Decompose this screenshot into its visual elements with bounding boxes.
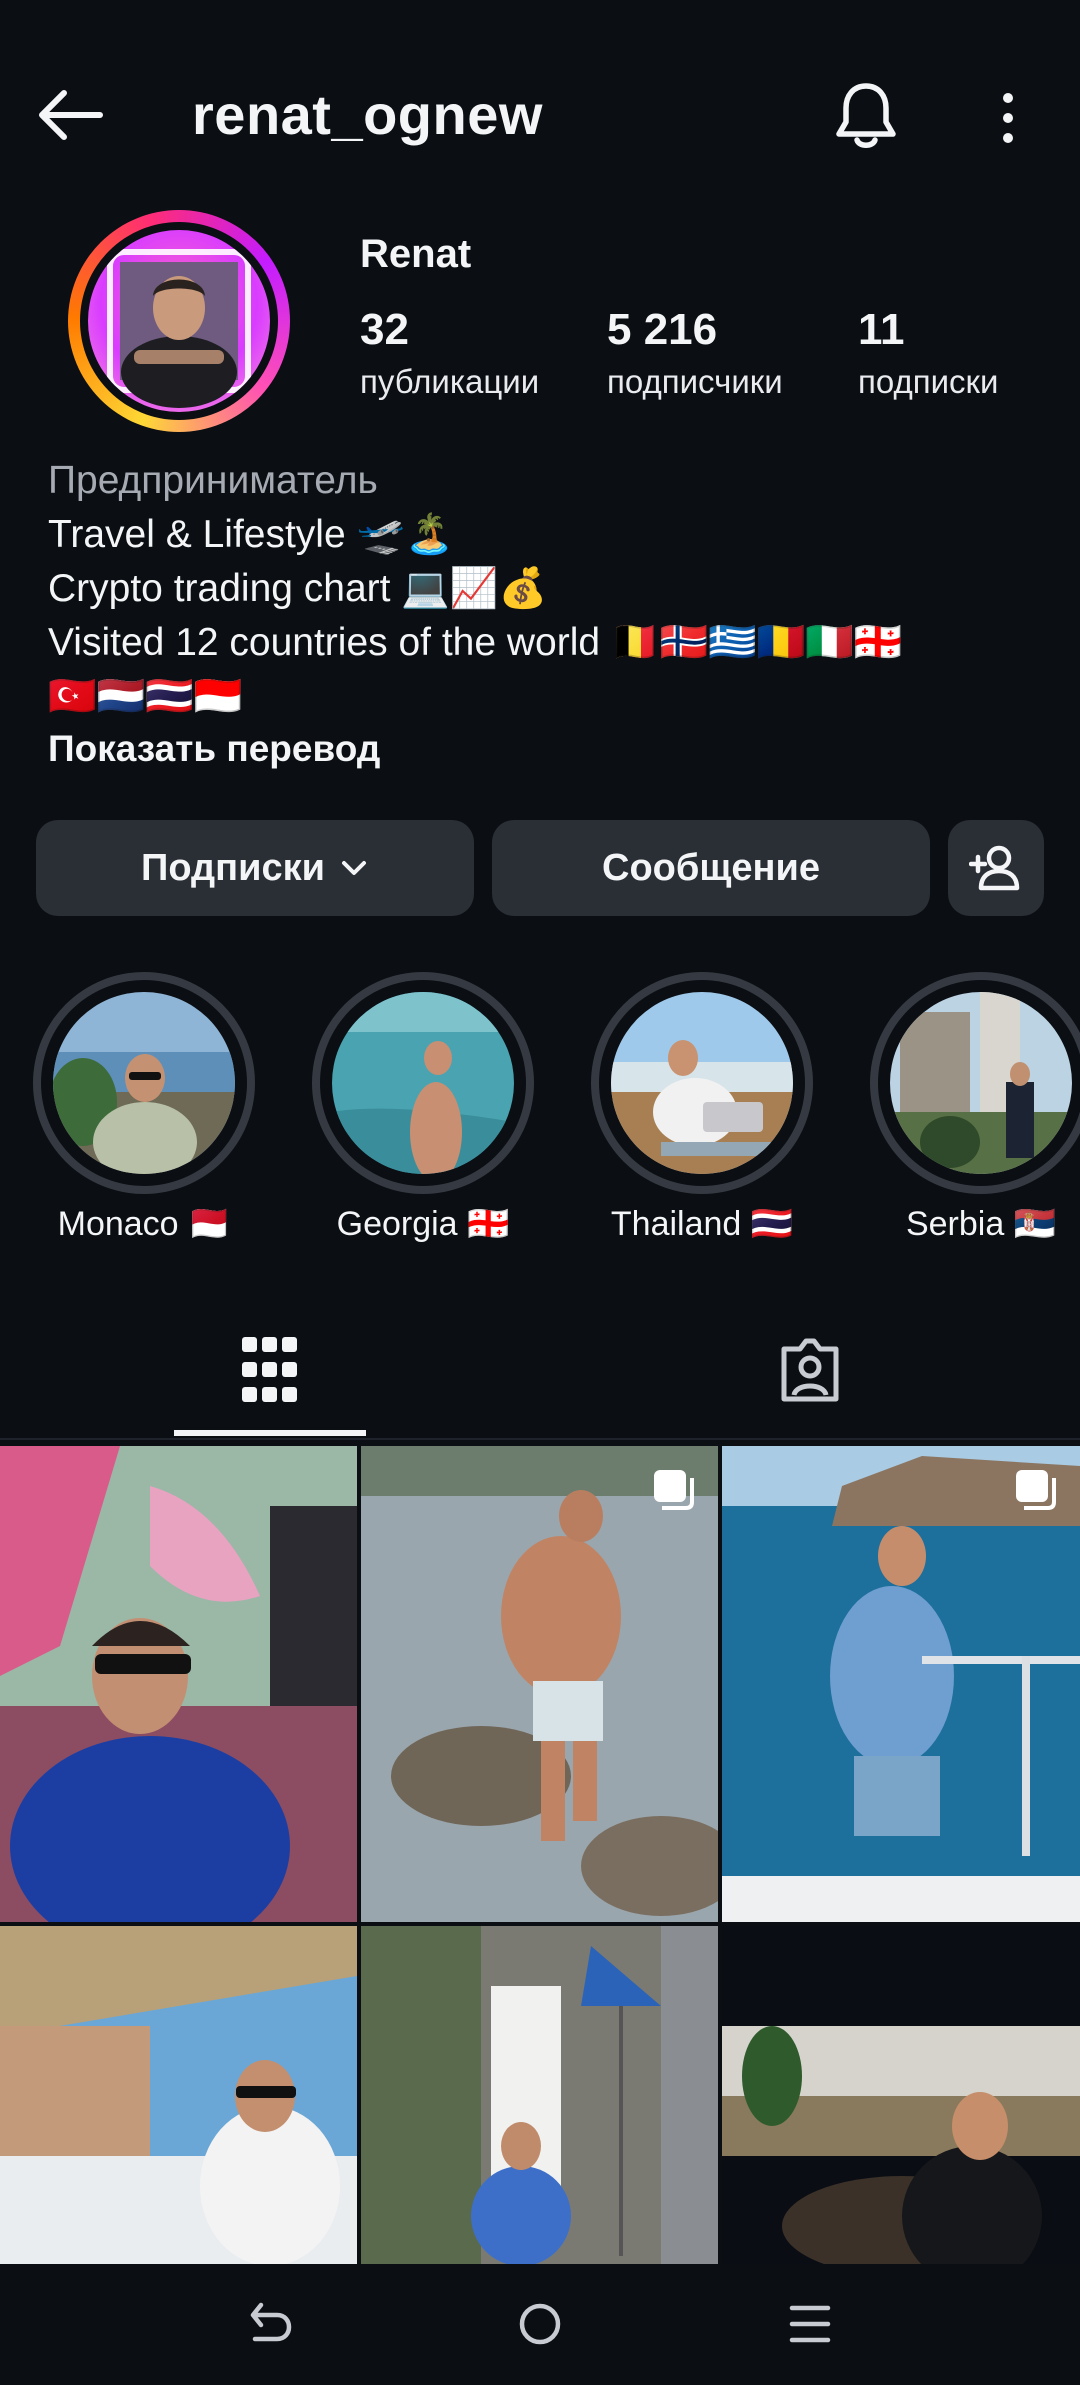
- stat-value: 11: [858, 305, 905, 354]
- back-button[interactable]: [30, 80, 110, 150]
- stat-label: подписки: [858, 363, 999, 400]
- multiple-posts-icon: [654, 1470, 694, 1510]
- tab-divider: [0, 1438, 1080, 1440]
- post-thumbnail[interactable]: [361, 1446, 718, 1922]
- avatar: [88, 230, 270, 412]
- highlight-label: Georgia 🇬🇪: [336, 1205, 510, 1243]
- highlight-cover: [611, 992, 793, 1174]
- highlight-monaco[interactable]: [33, 972, 255, 1194]
- post-thumbnail[interactable]: [361, 1926, 718, 2264]
- following-label: Подписки: [141, 846, 325, 889]
- show-translation-link[interactable]: Показать перевод: [48, 722, 380, 776]
- highlight-georgia[interactable]: [312, 972, 534, 1194]
- profile-name: Renat: [360, 232, 472, 276]
- multiple-posts-icon: [1016, 1470, 1056, 1510]
- nav-recents-button[interactable]: [770, 2284, 850, 2364]
- stat-label: подписчики: [607, 363, 783, 400]
- nav-recents-icon: [789, 2305, 831, 2343]
- message-label: Сообщение: [602, 846, 820, 889]
- stat-following[interactable]: 11 подписки: [858, 305, 998, 401]
- highlight-cover: [890, 992, 1072, 1174]
- active-tab-indicator: [174, 1430, 366, 1436]
- stat-posts[interactable]: 32 публикации: [360, 305, 539, 401]
- tab-tagged[interactable]: [714, 1320, 906, 1420]
- message-button[interactable]: Сообщение: [492, 820, 930, 916]
- chevron-down-icon: [341, 861, 366, 875]
- more-options-button[interactable]: [980, 80, 1036, 156]
- nav-back-icon: [250, 2302, 292, 2342]
- back-arrow-icon: [39, 90, 103, 140]
- nav-back-button[interactable]: [230, 2284, 310, 2364]
- suggested-people-button[interactable]: [948, 820, 1044, 916]
- stat-value: 5 216: [607, 305, 718, 354]
- highlight-cover: [332, 992, 514, 1174]
- highlight-serbia[interactable]: [870, 972, 1080, 1194]
- stat-followers[interactable]: 5 216 подписчики: [607, 305, 783, 401]
- stat-label: публикации: [360, 363, 540, 400]
- nav-home-icon: [519, 2303, 561, 2345]
- highlight-label: Monaco 🇲🇨: [57, 1205, 231, 1243]
- post-thumbnail[interactable]: [722, 1446, 1080, 1922]
- grid-icon: [242, 1337, 297, 1402]
- bio-line: Visited 12 countries of the world 🇧🇪🇳🇴🇬🇷…: [48, 621, 903, 664]
- add-person-icon: [969, 845, 1020, 891]
- bio-line: Travel & Lifestyle 🛫🏝️: [48, 513, 454, 556]
- tab-posts-grid[interactable]: [174, 1320, 366, 1420]
- highlight-label: Serbia 🇷🇸: [905, 1205, 1057, 1243]
- tagged-icon: [781, 1338, 839, 1402]
- bio-line: Crypto trading chart 💻📈💰: [48, 567, 548, 610]
- post-thumbnail[interactable]: [722, 1926, 1080, 2264]
- notifications-button[interactable]: [826, 76, 906, 156]
- stat-value: 32: [360, 305, 409, 354]
- bio-line: 🇹🇷🇳🇱🇹🇭🇮🇩: [48, 675, 243, 718]
- profile-username: renat_ognew: [192, 83, 543, 146]
- post-thumbnail[interactable]: [0, 1446, 357, 1922]
- following-button[interactable]: Подписки: [36, 820, 474, 916]
- avatar-story-ring[interactable]: [68, 210, 290, 432]
- highlight-label: Thailand 🇹🇭: [610, 1205, 794, 1243]
- nav-home-button[interactable]: [500, 2284, 580, 2364]
- profile-category: Предприниматель: [48, 459, 378, 502]
- highlight-cover: [53, 992, 235, 1174]
- highlight-thailand[interactable]: [591, 972, 813, 1194]
- more-vertical-icon: [1003, 93, 1013, 143]
- bell-icon: [836, 83, 896, 148]
- post-thumbnail[interactable]: [0, 1926, 357, 2264]
- system-nav-bar: [0, 2264, 1080, 2385]
